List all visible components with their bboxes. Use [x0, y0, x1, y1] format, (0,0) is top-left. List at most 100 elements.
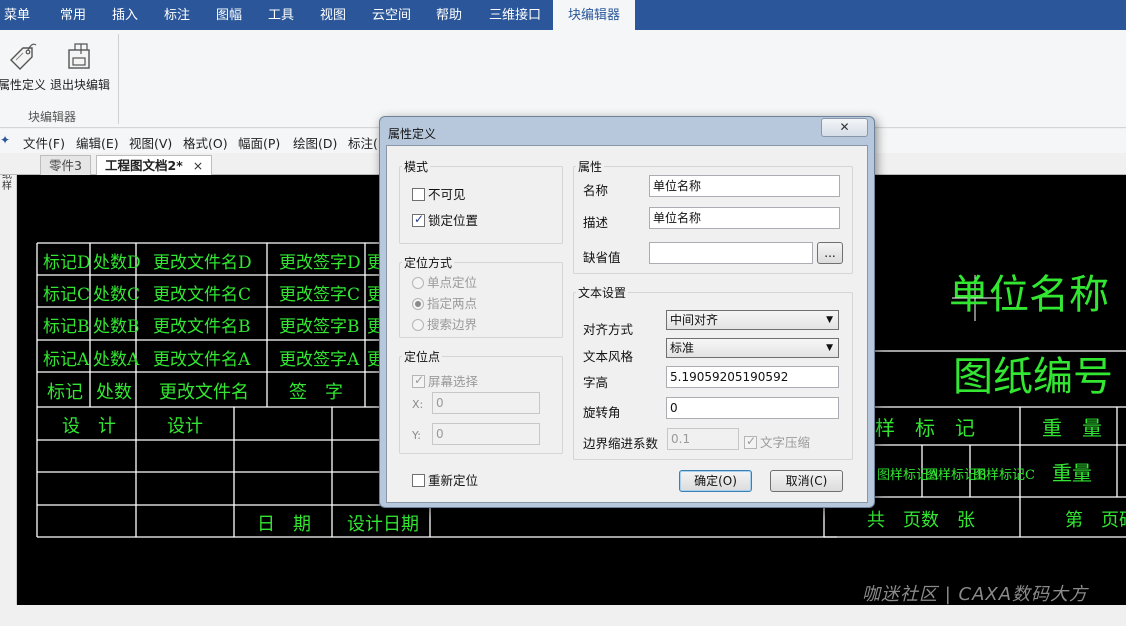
description-input[interactable]: 单位名称 [649, 207, 840, 229]
cancel-button[interactable]: 取消(C) [770, 470, 843, 492]
doc-tab-label: 工程图文档2* [105, 158, 183, 173]
default-value-label: 缺省值 [583, 250, 621, 265]
single-point-radio[interactable]: 单点定位 [412, 272, 477, 291]
reposition-checkbox[interactable]: 重新定位 [412, 470, 478, 489]
table-header-cell: 签 字 [289, 382, 343, 403]
tab-common[interactable]: 常用 [60, 0, 86, 30]
rotation-label: 旋转角 [583, 405, 621, 420]
table-header-cell: 标记 [47, 382, 83, 403]
app-menu-icon[interactable]: ✦ [0, 133, 10, 147]
invisible-label: 不可见 [428, 187, 466, 202]
table-cell: 更改文件名D [153, 253, 252, 273]
menu-file[interactable]: 文件(F) [23, 133, 65, 152]
dialog-body: 模式 不可见 锁定位置 定位方式 单点定位 指定两点 搜索边界 [386, 145, 868, 503]
table-cell: 更改文件名A [153, 350, 251, 370]
tab-3d-interface[interactable]: 三维接口 [489, 0, 541, 30]
table-header-cell: 处数 [96, 382, 132, 403]
unit-name-text: 单位名称 [949, 272, 1109, 318]
text-style-select[interactable]: 标准 ▼ [666, 338, 839, 358]
doc-tab-drawing2[interactable]: 工程图文档2* × [96, 155, 213, 175]
table-cell: 更改签字D [279, 253, 361, 273]
y-label: Y: [412, 429, 421, 442]
text-style-value: 标准 [670, 341, 695, 355]
exit-block-edit-button[interactable]: 退出块编辑 [50, 40, 110, 93]
sample-mark-c: 图样标记C [973, 468, 1035, 483]
screen-select-label: 屏幕选择 [428, 374, 479, 389]
radio-selected-icon [412, 298, 424, 310]
radio-icon [412, 277, 424, 289]
invisible-checkbox[interactable]: 不可见 [412, 184, 466, 203]
text-height-label: 字高 [583, 375, 609, 390]
close-tab-icon[interactable]: × [193, 156, 203, 175]
menu-format[interactable]: 格式(O) [183, 133, 228, 152]
doc-tab-part3[interactable]: 零件3 [40, 155, 91, 175]
table-cell: 处数D [93, 253, 141, 273]
anchor-point-legend: 定位点 [404, 350, 441, 364]
app-window: 菜单 常用 插入 标注 图幅 工具 视图 云空间 帮助 三维接口 块编辑器 属性… [0, 0, 1126, 626]
dialog-titlebar[interactable]: 属性定义 ✕ [380, 117, 874, 145]
menu-sheet[interactable]: 幅面(P) [238, 133, 280, 152]
search-boundary-radio[interactable]: 搜索边界 [412, 314, 477, 333]
table-cell: 更改签字A [279, 350, 360, 370]
sheet-number-text: 第 页码 [1065, 510, 1126, 531]
table-cell: 设计 [167, 416, 203, 437]
ok-button[interactable]: 确定(O) [679, 470, 752, 492]
alignment-label: 对齐方式 [583, 322, 634, 337]
table-cell: 日 期 [257, 514, 311, 535]
checkbox-icon [412, 188, 425, 201]
checkbox-checked-icon [412, 212, 425, 227]
two-points-radio[interactable]: 指定两点 [412, 293, 477, 312]
ribbon-group-separator [118, 34, 119, 124]
close-icon: ✕ [839, 120, 850, 134]
table-cell: 更改文件名C [153, 285, 251, 305]
y-input[interactable]: 0 [432, 423, 540, 445]
default-value-input[interactable] [649, 242, 813, 264]
table-cell: 标记B [43, 317, 90, 337]
dialog-close-button[interactable]: ✕ [821, 118, 868, 137]
checkbox-icon [412, 474, 425, 487]
tab-insert[interactable]: 插入 [112, 0, 138, 30]
attribute-definition-button[interactable]: 属性定义 [0, 40, 46, 93]
dialog-title: 属性定义 [388, 127, 437, 141]
tab-menu[interactable]: 菜单 [4, 0, 30, 30]
screen-select-checkbox[interactable]: 屏幕选择 [412, 371, 478, 390]
chevron-down-icon: ▼ [826, 315, 833, 325]
text-compress-checkbox[interactable]: 文字压缩 [744, 432, 810, 451]
lock-position-checkbox[interactable]: 锁定位置 [412, 210, 478, 229]
attributes-legend: 属性 [578, 160, 603, 174]
border-indent-label: 边界缩进系数 [583, 436, 659, 451]
mode-legend: 模式 [404, 160, 429, 174]
rotation-input[interactable]: 0 [666, 397, 839, 419]
tab-help[interactable]: 帮助 [436, 0, 462, 30]
menu-annotate[interactable]: 标注( [348, 133, 378, 152]
chevron-down-icon: ▼ [826, 343, 833, 353]
alignment-select[interactable]: 中间对齐 ▼ [666, 310, 839, 330]
attribute-definition-label: 属性定义 [0, 78, 47, 92]
tab-view[interactable]: 视图 [320, 0, 346, 30]
x-label: X: [412, 398, 424, 411]
status-bar [0, 605, 1126, 626]
table-cell: 处数A [93, 350, 140, 370]
menu-draw[interactable]: 绘图(D) [293, 133, 337, 152]
table-cell: 处数B [93, 317, 140, 337]
ribbon-tab-bar: 菜单 常用 插入 标注 图幅 工具 视图 云空间 帮助 三维接口 块编辑器 [0, 0, 1126, 30]
menu-view[interactable]: 视图(V) [129, 133, 172, 152]
sheets-total-text: 共 页数 张 [867, 510, 975, 531]
menu-edit[interactable]: 编辑(E) [76, 133, 119, 152]
x-input[interactable]: 0 [432, 392, 540, 414]
text-height-input[interactable]: 5.19059205190592 [666, 366, 839, 388]
checkbox-checked-icon [412, 373, 425, 388]
tab-annotate[interactable]: 标注 [164, 0, 190, 30]
name-input[interactable]: 单位名称 [649, 175, 840, 197]
tab-cloud-space[interactable]: 云空间 [372, 0, 411, 30]
tab-sheet[interactable]: 图幅 [216, 0, 242, 30]
table-cell: 设计日期 [347, 514, 419, 535]
browse-button[interactable]: ... [817, 242, 843, 264]
tab-block-editor[interactable]: 块编辑器 [553, 0, 636, 30]
text-style-label: 文本风格 [583, 349, 634, 364]
description-label: 描述 [583, 215, 609, 230]
tab-tools[interactable]: 工具 [268, 0, 294, 30]
border-indent-input[interactable]: 0.1 [667, 428, 739, 450]
side-panel-strip[interactable]: 图纸样 [0, 153, 17, 605]
ribbon-group-label: 块编辑器 [28, 110, 77, 124]
